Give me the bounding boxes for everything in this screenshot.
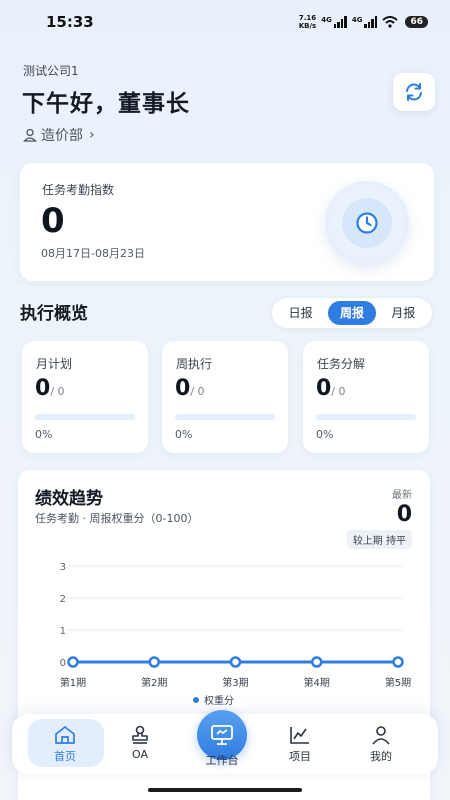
data-point (311, 656, 323, 668)
status-bar: 15:33 7.16 KB/s 4G 4G 66 (0, 0, 450, 44)
status-time: 15:33 (46, 13, 94, 31)
stat-value: 0/ 0 (35, 376, 65, 401)
attendance-index-card[interactable]: 任务考勤指数 0 08月17日-08月23日 (20, 163, 434, 281)
legend-marker (193, 697, 199, 703)
x-tick-label: 第5期 (385, 676, 411, 689)
progress-bar (175, 414, 275, 420)
x-tick-label: 第3期 (222, 676, 248, 689)
department-label: 造价部 (41, 128, 83, 144)
latest-label: 最新 (392, 490, 412, 501)
clock-icon (356, 212, 378, 234)
data-point (392, 656, 404, 668)
stat-value: 0/ 0 (316, 376, 346, 401)
compare-badge: 较上期 持平 (346, 530, 412, 549)
index-value: 0 (41, 201, 65, 241)
tab-daily[interactable]: 日报 (277, 301, 325, 325)
home-icon (55, 726, 75, 744)
net-speed: 7.16 KB/s (298, 14, 317, 30)
refresh-button[interactable] (393, 73, 435, 111)
signal-label-1: 4G (321, 16, 332, 24)
signal-icon (333, 16, 347, 28)
chart-icon (290, 727, 309, 744)
y-tick-label: 3 (60, 562, 66, 573)
y-tick-label: 1 (60, 626, 66, 637)
stat-value: 0/ 0 (175, 376, 205, 401)
tab-label: 项目 (289, 750, 311, 763)
workbench-label: 工作台 (205, 754, 239, 767)
status-icons: 7.16 KB/s 4G 4G 66 (299, 14, 428, 30)
stat-label: 任务分解 (317, 357, 366, 371)
department-selector[interactable]: 造价部 › (23, 125, 95, 145)
overview-title: 执行概览 (20, 304, 88, 324)
tab-home[interactable]: 首页 (28, 714, 104, 774)
clock-badge (325, 181, 409, 265)
trend-line-chart: 0 1 2 3 第1期 第2期 第3期 第4期 第5期权重分 (60, 562, 412, 707)
chevron-right-icon: › (89, 127, 95, 143)
stamp-icon (132, 725, 148, 744)
home-indicator (148, 788, 302, 792)
y-tick-label: 2 (60, 594, 66, 605)
y-tick-label: 0 (60, 658, 66, 669)
wifi-icon (382, 16, 399, 28)
stat-label: 周执行 (176, 357, 213, 371)
company-name: 测试公司1 (23, 64, 79, 78)
signal-label-2: 4G (351, 16, 363, 24)
stat-percent: 0% (175, 428, 193, 441)
tab-label: OA (132, 748, 148, 761)
person-icon (372, 726, 390, 745)
battery-icon: 66 (405, 16, 428, 28)
legend-label: 权重分 (204, 694, 234, 707)
tab-weekly[interactable]: 周报 (327, 301, 376, 325)
tab-monthly[interactable]: 月报 (379, 301, 427, 325)
latest-value: 0 (396, 502, 412, 527)
tab-mine[interactable]: 我的 (346, 714, 416, 774)
trend-subtitle: 任务考勤 · 周报权重分（0-100） (35, 512, 199, 525)
data-point (67, 656, 79, 668)
x-tick-label: 第4期 (304, 676, 330, 689)
index-date-range: 08月17日-08月23日 (41, 247, 145, 260)
x-tick-label: 第2期 (141, 676, 167, 689)
index-title: 任务考勤指数 (42, 183, 115, 197)
monitor-icon (211, 725, 233, 745)
greeting-title: 下午好，董事长 (22, 91, 190, 117)
tab-projects[interactable]: 项目 (265, 714, 335, 774)
tab-oa[interactable]: OA (105, 714, 175, 774)
x-tick-label: 第1期 (60, 676, 86, 689)
progress-bar (35, 414, 135, 420)
tab-label: 首页 (54, 750, 76, 763)
person-icon (23, 128, 37, 142)
data-point (148, 656, 160, 668)
stat-percent: 0% (35, 428, 53, 441)
trend-title: 绩效趋势 (35, 489, 103, 509)
data-point (229, 656, 242, 668)
stat-card-task-breakdown[interactable]: 任务分解 0/ 0 0% (303, 341, 429, 453)
signal-icon (364, 16, 378, 28)
stat-card-weekly-execution[interactable]: 周执行 0/ 0 0% (162, 341, 288, 453)
stat-percent: 0% (316, 428, 334, 441)
period-segmented-control: 日报 周报 月报 (272, 298, 432, 328)
tab-label: 我的 (370, 750, 392, 763)
progress-bar (316, 414, 416, 420)
stat-card-monthly-plan[interactable]: 月计划 0/ 0 0% (22, 341, 148, 453)
refresh-icon (406, 83, 422, 101)
stat-label: 月计划 (36, 357, 73, 371)
